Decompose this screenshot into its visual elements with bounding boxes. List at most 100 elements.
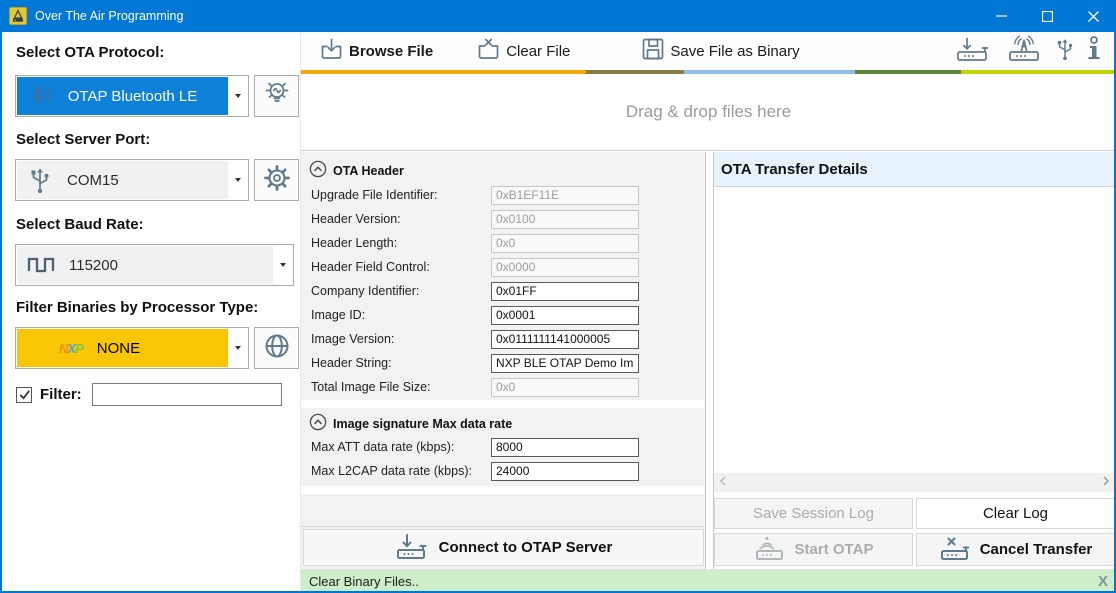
port-dropdown[interactable]: COM15 (15, 159, 249, 201)
start-otap-label: Start OTAP (795, 541, 874, 558)
browse-online-button[interactable] (254, 327, 299, 369)
connect-icon (395, 531, 433, 565)
processor-value: NONE (97, 340, 140, 357)
chevron-down-icon (235, 94, 241, 98)
divider (301, 526, 704, 527)
usb-icon (27, 165, 53, 195)
protocol-value: OTAP Bluetooth LE (68, 88, 216, 105)
settings-sidebar: Select OTA Protocol: OTAP Bluetooth LE (2, 32, 301, 591)
info-icon[interactable] (1086, 35, 1102, 68)
header-string-input[interactable] (491, 354, 639, 373)
start-otap-icon (754, 535, 788, 565)
section-separator (301, 400, 704, 408)
maximize-button[interactable] (1024, 0, 1070, 32)
field-row: Header Field Control: (311, 257, 705, 277)
transfer-details-title: OTA Transfer Details (721, 161, 868, 178)
wireless-server-icon[interactable] (1004, 35, 1044, 68)
cancel-transfer-button[interactable]: Cancel Transfer (916, 533, 1115, 566)
field-row: Header Version: (311, 209, 705, 229)
cancel-transfer-label: Cancel Transfer (980, 541, 1093, 558)
field-label: Image ID: (311, 308, 365, 322)
field-row: Company Identifier: (311, 281, 705, 301)
content-area: OTA Header Upgrade File Identifier: Head… (301, 152, 1116, 569)
company-identifier-input[interactable] (491, 282, 639, 301)
clear-file-icon (475, 36, 502, 66)
field-label: Header Field Control: (311, 260, 430, 274)
square-wave-icon (26, 251, 56, 279)
chevron-down-icon (235, 346, 241, 350)
processor-filter-label: Filter Binaries by Processor Type: (16, 299, 258, 316)
title-bar: Over The Air Programming (0, 0, 1116, 32)
file-dropzone[interactable]: Drag & drop files here (301, 74, 1116, 151)
max-l2cap-rate-input[interactable] (491, 462, 639, 481)
section-separator (301, 486, 704, 494)
floppy-disk-icon (640, 36, 666, 66)
browse-file-label: Browse File (349, 43, 433, 60)
field-label: Company Identifier: (311, 284, 419, 298)
image-version-input[interactable] (491, 330, 639, 349)
globe-icon (262, 331, 292, 366)
ota-header-title: OTA Header (333, 164, 404, 178)
clear-log-button[interactable]: Clear Log (916, 498, 1115, 529)
gear-icon (262, 163, 292, 198)
collapse-icon[interactable] (309, 413, 327, 434)
hint-button[interactable] (254, 75, 299, 117)
field-label: Max ATT data rate (kbps): (311, 440, 454, 454)
close-button[interactable] (1070, 0, 1116, 32)
ota-header-section-header[interactable]: OTA Header (309, 160, 404, 181)
usb-toolbar-icon[interactable] (1054, 35, 1076, 68)
transfer-details-header: OTA Transfer Details (714, 152, 1116, 187)
field-row: Header String: (311, 353, 705, 373)
status-close-button[interactable]: X (1098, 573, 1108, 590)
transfer-panel: OTA Transfer Details Save Session Log Cl… (713, 152, 1116, 569)
header-field-control-input (491, 258, 639, 277)
save-binary-label: Save File as Binary (670, 43, 799, 60)
browse-file-button[interactable]: Browse File (314, 34, 437, 68)
status-bar: Clear Binary Files.. X (301, 569, 1116, 593)
port-label: Select Server Port: (16, 131, 150, 148)
window-title: Over The Air Programming (35, 9, 183, 23)
minimize-button[interactable] (978, 0, 1024, 32)
signature-section-header[interactable]: Image signature Max data rate (309, 413, 512, 434)
lightbulb-icon (261, 78, 293, 115)
field-row: Image ID: (311, 305, 705, 325)
processor-dropdown[interactable]: NXP NONE (15, 327, 249, 369)
field-label: Upgrade File Identifier: (311, 188, 437, 202)
protocol-dropdown[interactable]: OTAP Bluetooth LE (15, 75, 249, 117)
horizontal-scrollbar[interactable] (714, 473, 1115, 492)
baud-value: 115200 (69, 257, 118, 274)
baud-dropdown[interactable]: 115200 (15, 244, 294, 286)
connect-label: Connect to OTAP Server (439, 539, 613, 556)
nxp-logo-icon: NXP (59, 341, 83, 356)
connect-otap-server-button[interactable]: Connect to OTAP Server (303, 529, 704, 566)
collapse-icon[interactable] (309, 160, 327, 181)
port-value: COM15 (67, 172, 119, 189)
max-att-rate-input[interactable] (491, 438, 639, 457)
filter-checkbox[interactable] (16, 387, 32, 403)
field-label: Header String: (311, 356, 392, 370)
transfer-log-list[interactable] (714, 188, 1116, 473)
scroll-left-icon[interactable] (719, 474, 727, 492)
filter-input[interactable] (92, 383, 282, 406)
header-version-input (491, 210, 639, 229)
clear-file-button[interactable]: Clear File (471, 34, 574, 68)
field-label: Header Version: (311, 212, 401, 226)
save-binary-button[interactable]: Save File as Binary (636, 34, 803, 68)
filter-label: Filter: (40, 386, 82, 403)
image-id-input[interactable] (491, 306, 639, 325)
field-label: Header Length: (311, 236, 397, 250)
chevron-down-icon (235, 178, 241, 182)
start-otap-button: Start OTAP (714, 533, 913, 566)
upgrade-file-identifier-input (491, 186, 639, 205)
window-controls (978, 0, 1116, 32)
scroll-right-icon[interactable] (1102, 474, 1110, 492)
field-label: Total Image File Size: (311, 380, 431, 394)
download-device-icon[interactable] (954, 35, 994, 68)
field-row: Max ATT data rate (kbps): (311, 437, 705, 457)
browse-file-icon (318, 36, 345, 66)
chevron-down-icon (280, 263, 286, 267)
port-settings-button[interactable] (254, 159, 299, 201)
clear-file-label: Clear File (506, 43, 570, 60)
field-label: Max L2CAP data rate (kbps): (311, 464, 472, 478)
main-region: Browse File Clear File (301, 32, 1116, 593)
